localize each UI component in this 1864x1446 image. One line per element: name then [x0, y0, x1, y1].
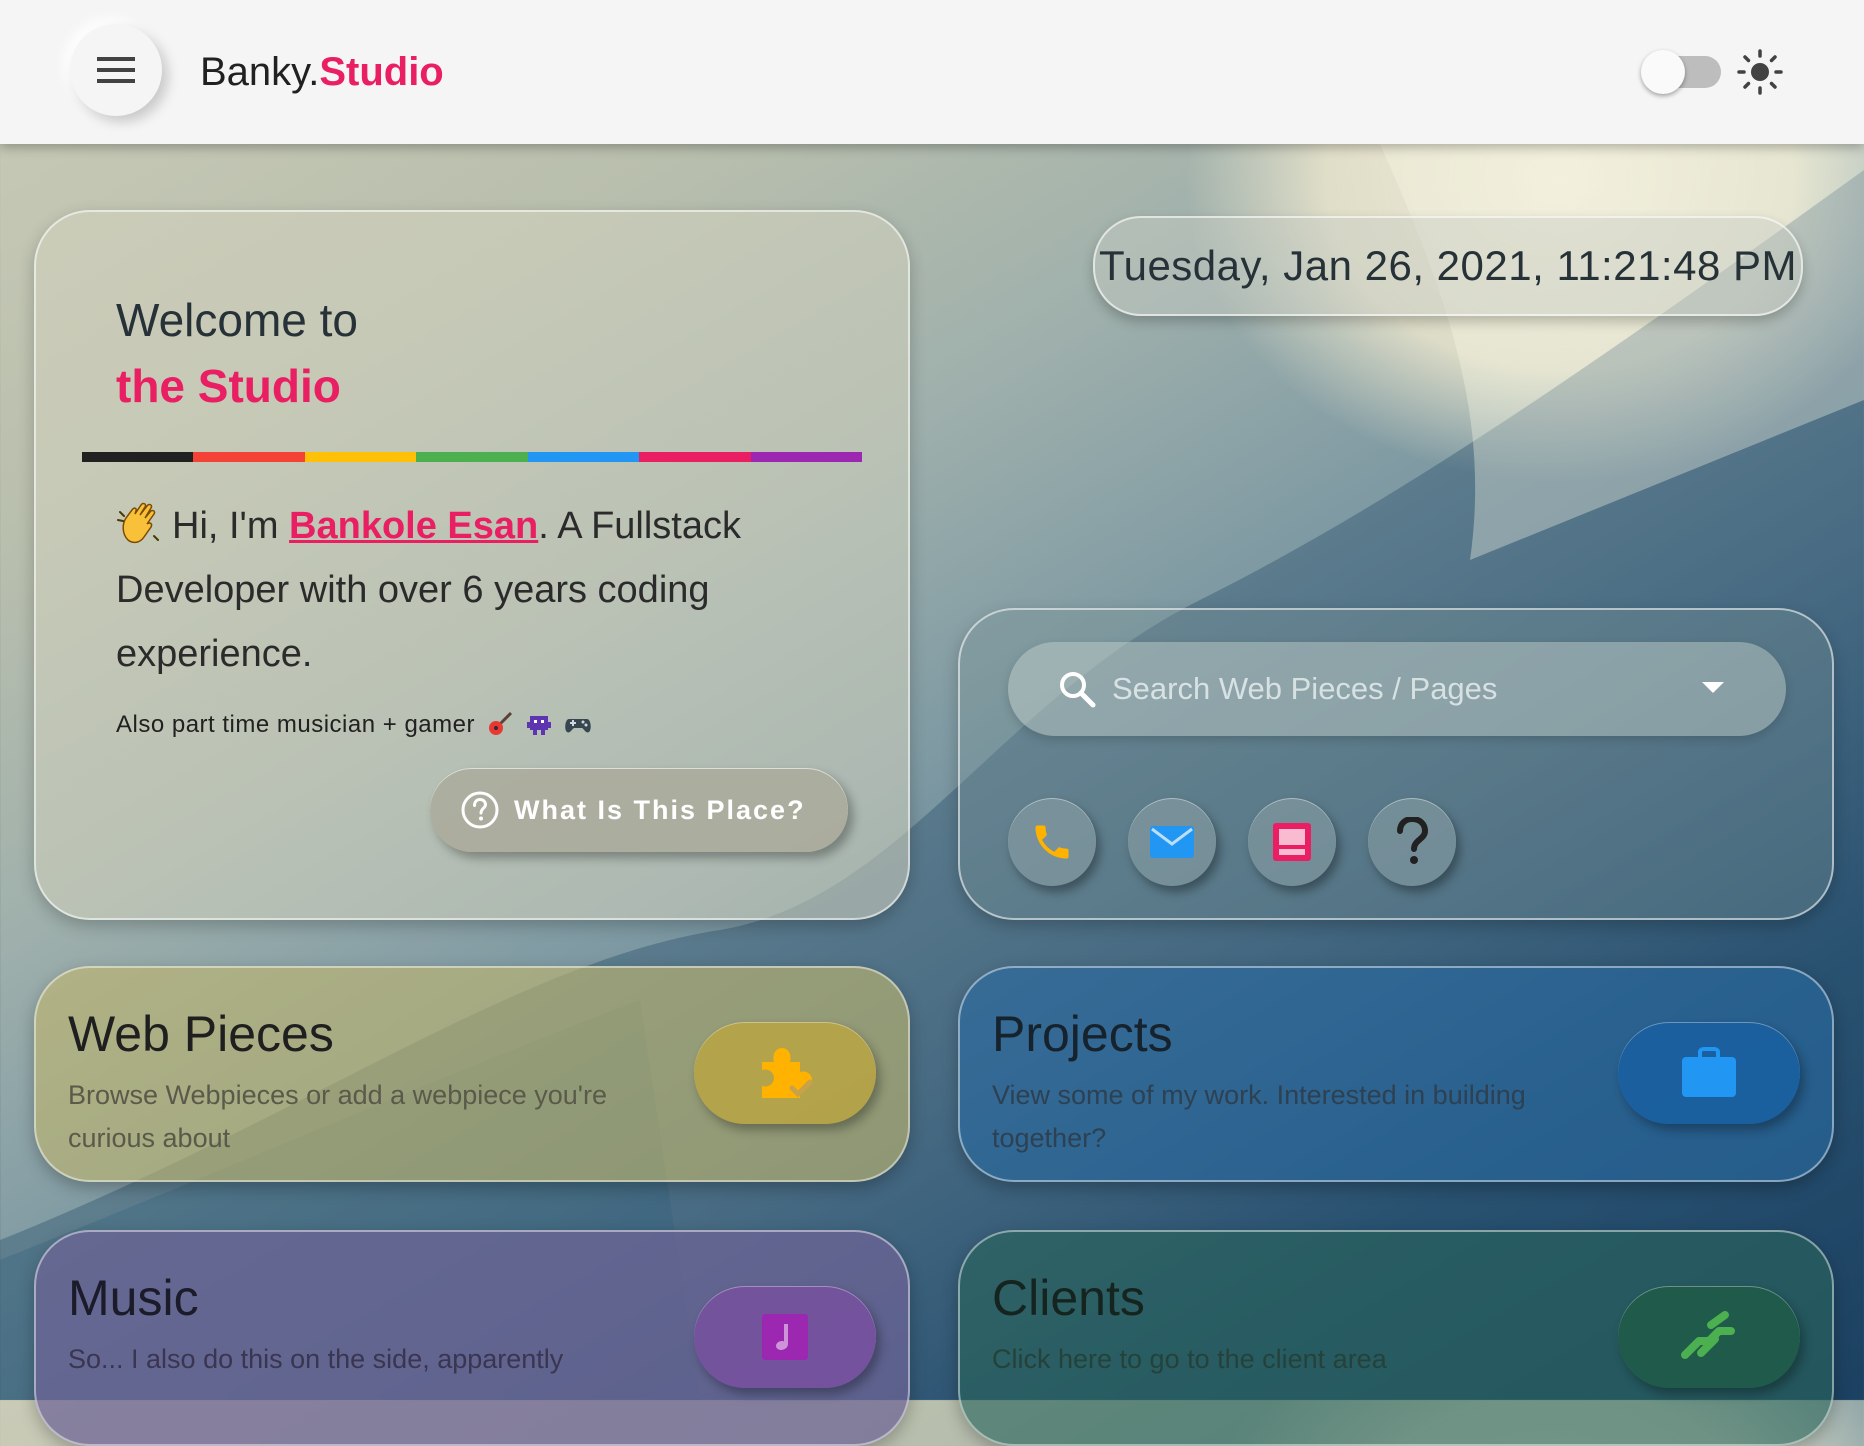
welcome-card: Welcome to the Studio Hi, I'm Bankole Es…	[34, 210, 910, 920]
rainbow-segment	[416, 452, 528, 462]
clients-card[interactable]: Clients Click here to go to the client a…	[958, 1230, 1834, 1446]
dropdown-caret-icon[interactable]	[1702, 682, 1724, 693]
menu-button[interactable]	[70, 24, 162, 116]
projects-card[interactable]: Projects View some of my work. Intereste…	[958, 966, 1834, 1182]
mail-icon	[1150, 826, 1194, 858]
app-header: Banky.Studio	[0, 0, 1864, 144]
toggle-knob	[1641, 50, 1685, 94]
theme-toggle[interactable]	[1641, 50, 1721, 94]
web-pieces-title: Web Pieces	[68, 1006, 334, 1062]
projects-button[interactable]	[1618, 1022, 1800, 1124]
phone-button[interactable]	[1008, 798, 1096, 886]
web-pieces-button[interactable]	[694, 1022, 876, 1124]
resume-button[interactable]	[1248, 798, 1336, 886]
resume-icon	[1273, 823, 1311, 861]
rainbow-segment	[82, 452, 194, 462]
search-field[interactable]	[1008, 642, 1786, 736]
help-icon	[1397, 817, 1429, 864]
clients-title: Clients	[992, 1270, 1145, 1326]
email-button[interactable]	[1128, 798, 1216, 886]
guitar-icon	[489, 711, 513, 735]
alien-monster-icon	[527, 716, 552, 735]
music-note-icon	[762, 1314, 808, 1360]
sun-icon	[1737, 49, 1783, 95]
brand-logo[interactable]: Banky.Studio	[200, 48, 444, 96]
hobby-text: Also part time musician + gamer	[116, 710, 592, 740]
rainbow-segment	[193, 452, 305, 462]
music-title: Music	[68, 1270, 199, 1326]
handshake-icon	[1681, 1311, 1735, 1359]
rainbow-segment	[750, 452, 862, 462]
phone-icon	[1035, 825, 1069, 859]
search-input[interactable]	[1110, 670, 1674, 708]
rainbow-segment	[527, 452, 640, 462]
music-card[interactable]: Music So... I also do this on the side, …	[34, 1230, 910, 1446]
hamburger-icon	[97, 57, 135, 83]
music-button[interactable]	[694, 1286, 876, 1388]
gamepad-icon	[565, 719, 592, 733]
hobby-label: Also part time musician + gamer	[116, 711, 475, 738]
brand-prefix: Banky.	[200, 50, 320, 94]
brand-suffix: Studio	[319, 50, 444, 94]
what-is-this-place-label: What Is This Place?	[514, 794, 806, 825]
puzzle-check-icon	[762, 1048, 813, 1098]
projects-description: View some of my work. Interested in buil…	[992, 1080, 1526, 1153]
web-pieces-card[interactable]: Web Pieces Browse Webpieces or add a web…	[34, 966, 910, 1182]
author-name-link[interactable]: Bankole Esan	[289, 505, 538, 547]
search-icon	[1060, 672, 1096, 708]
datetime-display: Tuesday, Jan 26, 2021, 11:21:48 PM	[1093, 216, 1803, 316]
welcome-heading-accent: the Studio	[116, 360, 341, 412]
music-description: So... I also do this on the side, appare…	[68, 1344, 564, 1374]
projects-title: Projects	[992, 1006, 1173, 1062]
search-card	[958, 608, 1834, 920]
bio-text: Hi, I'm Bankole Esan. A Fullstack Develo…	[116, 494, 836, 686]
rainbow-segment	[639, 452, 751, 462]
web-pieces-description: Browse Webpieces or add a webpiece you'r…	[68, 1080, 607, 1153]
help-button[interactable]	[1368, 798, 1456, 886]
clients-button[interactable]	[1618, 1286, 1800, 1388]
what-is-this-place-button[interactable]: What Is This Place?	[430, 768, 848, 852]
clients-description: Click here to go to the client area	[992, 1344, 1387, 1374]
help-circle-icon	[461, 791, 499, 829]
rainbow-segment	[304, 452, 417, 462]
rainbow-divider	[82, 452, 862, 462]
briefcase-icon	[1682, 1047, 1736, 1097]
bio-greeting: Hi, I'm	[172, 505, 290, 547]
waving-hand-icon	[117, 502, 159, 544]
welcome-heading: Welcome to	[116, 294, 359, 346]
